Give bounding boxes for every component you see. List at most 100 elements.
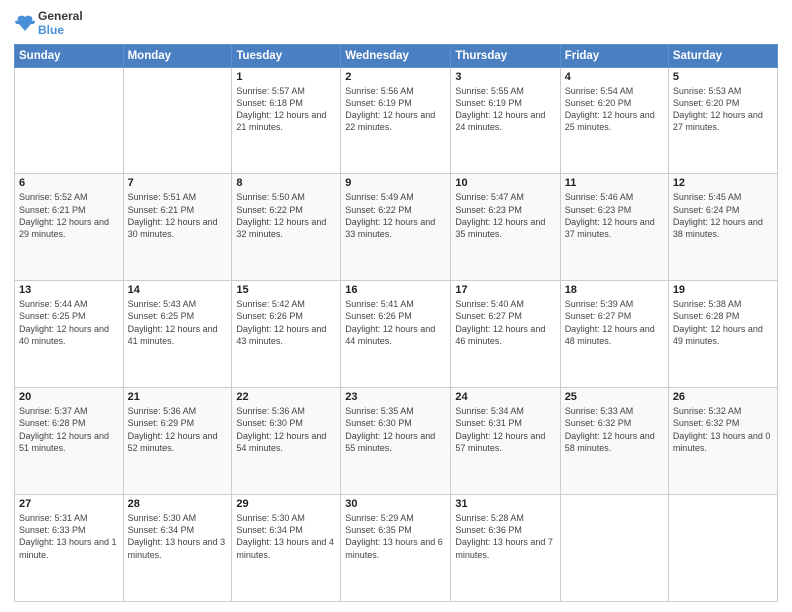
logo-general: General <box>38 10 83 24</box>
day-number: 12 <box>673 177 773 189</box>
calendar-cell: 19Sunrise: 5:38 AM Sunset: 6:28 PM Dayli… <box>668 281 777 388</box>
calendar-cell: 20Sunrise: 5:37 AM Sunset: 6:28 PM Dayli… <box>15 388 124 495</box>
day-number: 25 <box>565 391 664 403</box>
day-info: Sunrise: 5:56 AM Sunset: 6:19 PM Dayligh… <box>345 85 446 134</box>
calendar-cell <box>560 495 668 602</box>
calendar-cell: 7 Sunrise: 5:51 AM Sunset: 6:21 PM Daylig… <box>123 174 232 281</box>
calendar-cell: 23Sunrise: 5:35 AM Sunset: 6:30 PM Dayli… <box>341 388 451 495</box>
calendar-cell: 30 Sunrise: 5:29 AM Sunset: 6:35 PM Dayli… <box>341 495 451 602</box>
day-info: Sunrise: 5:50 AM Sunset: 6:22 PM Dayligh… <box>236 191 336 240</box>
calendar-cell: 2 Sunrise: 5:56 AM Sunset: 6:19 PM Daylig… <box>341 67 451 174</box>
day-number: 23 <box>345 391 446 403</box>
calendar-cell: 21Sunrise: 5:36 AM Sunset: 6:29 PM Dayli… <box>123 388 232 495</box>
calendar-cell: 6Sunrise: 5:52 AM Sunset: 6:21 PM Daylig… <box>15 174 124 281</box>
logo-blue: Blue <box>38 24 83 38</box>
day-info: Sunrise: 5:41 AM Sunset: 6:26 PM Dayligh… <box>345 298 446 347</box>
calendar-cell <box>15 67 124 174</box>
calendar-header-friday: Friday <box>560 44 668 67</box>
calendar-cell: 27Sunrise: 5:31 AM Sunset: 6:33 PM Dayli… <box>15 495 124 602</box>
day-info: Sunrise: 5:47 AM Sunset: 6:23 PM Dayligh… <box>455 191 555 240</box>
day-info: Sunrise: 5:32 AM Sunset: 6:32 PM Dayligh… <box>673 405 773 454</box>
day-info: Sunrise: 5:43 AM Sunset: 6:25 PM Dayligh… <box>128 298 228 347</box>
calendar-week-row: 1 Sunrise: 5:57 AM Sunset: 6:18 PM Daylig… <box>15 67 778 174</box>
day-number: 13 <box>19 284 119 296</box>
page: General Blue SundayMondayTuesdayWednesda… <box>0 0 792 612</box>
day-number: 26 <box>673 391 773 403</box>
calendar-header-sunday: Sunday <box>15 44 124 67</box>
day-number: 22 <box>236 391 336 403</box>
day-number: 5 <box>673 71 773 83</box>
day-info: Sunrise: 5:30 AM Sunset: 6:34 PM Dayligh… <box>128 512 228 561</box>
day-info: Sunrise: 5:53 AM Sunset: 6:20 PM Dayligh… <box>673 85 773 134</box>
calendar-cell: 3Sunrise: 5:55 AM Sunset: 6:19 PM Daylig… <box>451 67 560 174</box>
day-info: Sunrise: 5:36 AM Sunset: 6:30 PM Dayligh… <box>236 405 336 454</box>
day-info: Sunrise: 5:54 AM Sunset: 6:20 PM Dayligh… <box>565 85 664 134</box>
day-number: 4 <box>565 71 664 83</box>
day-info: Sunrise: 5:57 AM Sunset: 6:18 PM Dayligh… <box>236 85 336 134</box>
day-info: Sunrise: 5:39 AM Sunset: 6:27 PM Dayligh… <box>565 298 664 347</box>
day-number: 18 <box>565 284 664 296</box>
calendar-cell: 11 Sunrise: 5:46 AM Sunset: 6:23 PM Dayli… <box>560 174 668 281</box>
calendar-cell: 16 Sunrise: 5:41 AM Sunset: 6:26 PM Dayli… <box>341 281 451 388</box>
day-number: 29 <box>236 498 336 510</box>
calendar-week-row: 13 Sunrise: 5:44 AM Sunset: 6:25 PM Dayli… <box>15 281 778 388</box>
calendar-week-row: 6Sunrise: 5:52 AM Sunset: 6:21 PM Daylig… <box>15 174 778 281</box>
day-number: 24 <box>455 391 555 403</box>
day-number: 16 <box>345 284 446 296</box>
calendar-cell: 26 Sunrise: 5:32 AM Sunset: 6:32 PM Dayli… <box>668 388 777 495</box>
day-number: 6 <box>19 177 119 189</box>
calendar-cell: 24 Sunrise: 5:34 AM Sunset: 6:31 PM Dayli… <box>451 388 560 495</box>
calendar-week-row: 27Sunrise: 5:31 AM Sunset: 6:33 PM Dayli… <box>15 495 778 602</box>
day-info: Sunrise: 5:30 AM Sunset: 6:34 PM Dayligh… <box>236 512 336 561</box>
day-info: Sunrise: 5:55 AM Sunset: 6:19 PM Dayligh… <box>455 85 555 134</box>
calendar-cell: 15 Sunrise: 5:42 AM Sunset: 6:26 PM Dayli… <box>232 281 341 388</box>
calendar-cell: 8 Sunrise: 5:50 AM Sunset: 6:22 PM Daylig… <box>232 174 341 281</box>
day-number: 9 <box>345 177 446 189</box>
day-number: 2 <box>345 71 446 83</box>
day-info: Sunrise: 5:51 AM Sunset: 6:21 PM Dayligh… <box>128 191 228 240</box>
day-info: Sunrise: 5:49 AM Sunset: 6:22 PM Dayligh… <box>345 191 446 240</box>
day-number: 31 <box>455 498 555 510</box>
calendar-cell: 18 Sunrise: 5:39 AM Sunset: 6:27 PM Dayli… <box>560 281 668 388</box>
calendar-cell: 5 Sunrise: 5:53 AM Sunset: 6:20 PM Daylig… <box>668 67 777 174</box>
day-number: 27 <box>19 498 119 510</box>
day-number: 11 <box>565 177 664 189</box>
calendar-cell <box>123 67 232 174</box>
day-info: Sunrise: 5:34 AM Sunset: 6:31 PM Dayligh… <box>455 405 555 454</box>
day-number: 10 <box>455 177 555 189</box>
calendar-cell: 4 Sunrise: 5:54 AM Sunset: 6:20 PM Daylig… <box>560 67 668 174</box>
day-info: Sunrise: 5:37 AM Sunset: 6:28 PM Dayligh… <box>19 405 119 454</box>
calendar-cell: 31 Sunrise: 5:28 AM Sunset: 6:36 PM Dayli… <box>451 495 560 602</box>
day-info: Sunrise: 5:44 AM Sunset: 6:25 PM Dayligh… <box>19 298 119 347</box>
day-number: 30 <box>345 498 446 510</box>
day-info: Sunrise: 5:29 AM Sunset: 6:35 PM Dayligh… <box>345 512 446 561</box>
day-info: Sunrise: 5:40 AM Sunset: 6:27 PM Dayligh… <box>455 298 555 347</box>
day-info: Sunrise: 5:42 AM Sunset: 6:26 PM Dayligh… <box>236 298 336 347</box>
day-info: Sunrise: 5:45 AM Sunset: 6:24 PM Dayligh… <box>673 191 773 240</box>
calendar-header-thursday: Thursday <box>451 44 560 67</box>
logo: General Blue <box>14 10 83 38</box>
day-number: 7 <box>128 177 228 189</box>
day-number: 15 <box>236 284 336 296</box>
calendar-header-monday: Monday <box>123 44 232 67</box>
day-number: 8 <box>236 177 336 189</box>
day-number: 28 <box>128 498 228 510</box>
calendar-cell: 22 Sunrise: 5:36 AM Sunset: 6:30 PM Dayli… <box>232 388 341 495</box>
calendar-cell: 10 Sunrise: 5:47 AM Sunset: 6:23 PM Dayli… <box>451 174 560 281</box>
calendar-cell: 28 Sunrise: 5:30 AM Sunset: 6:34 PM Dayli… <box>123 495 232 602</box>
calendar-header-wednesday: Wednesday <box>341 44 451 67</box>
calendar-cell: 25 Sunrise: 5:33 AM Sunset: 6:32 PM Dayli… <box>560 388 668 495</box>
calendar-cell: 12 Sunrise: 5:45 AM Sunset: 6:24 PM Dayli… <box>668 174 777 281</box>
day-info: Sunrise: 5:33 AM Sunset: 6:32 PM Dayligh… <box>565 405 664 454</box>
header: General Blue <box>14 10 778 38</box>
day-number: 19 <box>673 284 773 296</box>
day-number: 1 <box>236 71 336 83</box>
day-info: Sunrise: 5:46 AM Sunset: 6:23 PM Dayligh… <box>565 191 664 240</box>
calendar-cell: 29 Sunrise: 5:30 AM Sunset: 6:34 PM Dayli… <box>232 495 341 602</box>
calendar-cell: 9 Sunrise: 5:49 AM Sunset: 6:22 PM Daylig… <box>341 174 451 281</box>
day-number: 14 <box>128 284 228 296</box>
logo-bird-icon <box>14 13 36 35</box>
day-info: Sunrise: 5:28 AM Sunset: 6:36 PM Dayligh… <box>455 512 555 561</box>
calendar-header-tuesday: Tuesday <box>232 44 341 67</box>
calendar-week-row: 20Sunrise: 5:37 AM Sunset: 6:28 PM Dayli… <box>15 388 778 495</box>
